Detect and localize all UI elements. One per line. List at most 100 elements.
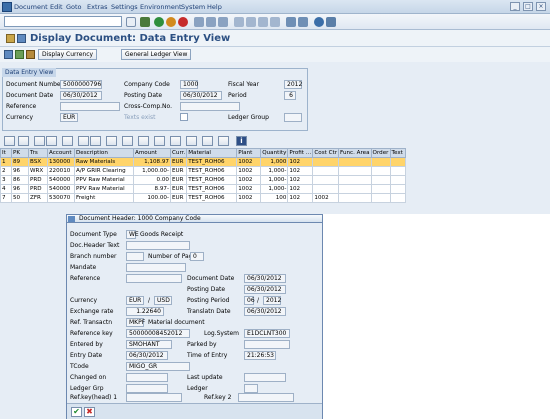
col-header-material[interactable]: Material <box>186 148 238 158</box>
reset-icon[interactable] <box>15 50 24 59</box>
cell-item[interactable]: 2 <box>0 166 12 176</box>
document-overview-icon[interactable] <box>17 34 26 43</box>
cell-currency[interactable]: EUR <box>169 157 188 167</box>
cell-currency[interactable]: EUR <box>169 193 188 203</box>
col-header-amount[interactable]: Amount <box>133 148 171 158</box>
document-date-field[interactable]: 06/30/2012 <box>60 91 102 100</box>
cell-profit-center[interactable]: 102 <box>287 166 314 176</box>
currency-field[interactable]: EUR <box>60 113 78 122</box>
continue-icon[interactable]: ✔ <box>71 407 82 417</box>
entered-by-field[interactable]: SMOHANT <box>126 340 172 349</box>
export-icon[interactable] <box>122 136 133 146</box>
sort-descending-icon[interactable] <box>46 136 57 146</box>
period-field[interactable]: 6 <box>284 91 296 100</box>
menu-edit[interactable]: Edit <box>50 3 63 11</box>
reference-field[interactable] <box>60 102 120 111</box>
posting-period-field[interactable]: 06 <box>244 296 255 305</box>
ledger-grp-field[interactable] <box>126 384 168 393</box>
cell-amount[interactable]: 100.00- <box>133 193 171 203</box>
exit-icon[interactable] <box>166 17 176 27</box>
cell-account[interactable]: 130000 <box>47 157 75 167</box>
cell-profit-center[interactable]: 102 <box>287 157 314 167</box>
cell-quantity[interactable]: 1,000- <box>260 184 289 194</box>
close-icon[interactable]: × <box>536 2 546 11</box>
cell-trs[interactable]: PRD <box>28 184 48 194</box>
cell-amount[interactable]: 1,000.00- <box>133 166 171 176</box>
dlg-document-date-field[interactable]: 06/30/2012 <box>244 274 286 283</box>
menu-extras[interactable]: Extras <box>87 3 108 11</box>
cell-account[interactable]: 540000 <box>47 175 75 185</box>
help-icon[interactable] <box>314 17 324 27</box>
cross-comp-field[interactable] <box>180 102 240 111</box>
changed-on-field[interactable] <box>126 373 168 382</box>
translatn-date-field[interactable]: 06/30/2012 <box>244 307 286 316</box>
graphic-icon[interactable] <box>170 136 181 146</box>
ledger-field[interactable] <box>244 384 258 393</box>
ref-key-head1-field[interactable] <box>126 393 182 402</box>
views-icon[interactable] <box>186 136 197 146</box>
layout-icon[interactable] <box>326 17 336 27</box>
find-icon[interactable] <box>18 136 29 146</box>
details-icon[interactable] <box>4 136 15 146</box>
display-change-icon[interactable] <box>6 34 15 43</box>
dlg-currency2-field[interactable]: USD <box>154 296 172 305</box>
cell-account[interactable]: 530070 <box>47 193 75 203</box>
cell-material[interactable]: TEST_ROH06 <box>186 175 238 185</box>
table-row[interactable]: 2 96 WRX 220010 A/P GRIR Clearing 1,000.00- EU… <box>0 166 406 176</box>
cell-plant[interactable]: 1002 <box>236 175 262 185</box>
ref-key2-field[interactable] <box>238 393 294 402</box>
table-row[interactable]: 7 50 ZFR 530070 Freight 100.00- EUR TEST_ROH06 1… <box>0 193 406 203</box>
taxes-icon[interactable] <box>4 50 13 59</box>
col-header-trs[interactable]: Trs <box>28 148 48 158</box>
menu-help[interactable]: Help <box>207 3 222 11</box>
other-document-icon[interactable] <box>26 50 35 59</box>
maximize-icon[interactable]: □ <box>523 2 533 11</box>
col-header-plant[interactable]: Plant <box>236 148 262 158</box>
cell-amount[interactable]: 0.00 <box>133 175 171 185</box>
menu-environment[interactable]: Environment <box>140 3 182 11</box>
tcode-field[interactable]: MIGO_GR <box>126 362 190 371</box>
cell-trs[interactable]: BSX <box>28 157 48 167</box>
cell-amount[interactable]: 1,108.97 <box>133 157 171 167</box>
cell-order[interactable] <box>370 157 391 167</box>
doc-type-field[interactable]: WE <box>126 230 139 239</box>
ledger-group-field[interactable] <box>284 113 302 122</box>
col-header-order[interactable]: Order <box>370 148 391 158</box>
display-currency-button[interactable]: Display Currency <box>38 49 98 60</box>
parked-by-field[interactable] <box>244 340 290 349</box>
cell-description[interactable]: PPV Raw Material <box>74 184 134 194</box>
menu-goto[interactable]: Goto <box>66 3 82 11</box>
cell-plant[interactable]: 1002 <box>236 184 262 194</box>
last-update-field[interactable] <box>244 373 286 382</box>
cancel-icon[interactable]: ✖ <box>84 407 95 417</box>
enter-icon[interactable] <box>126 17 136 27</box>
cell-cost-center[interactable]: 1002 <box>312 193 340 203</box>
menu-system[interactable]: System <box>181 3 205 11</box>
cell-description[interactable]: A/P GRIR Clearing <box>74 166 134 176</box>
col-header-cost-center[interactable]: Cost Ctr <box>312 148 340 158</box>
texts-exist-checkbox[interactable] <box>180 113 188 121</box>
cell-quantity[interactable]: 1,000- <box>260 175 289 185</box>
cell-plant[interactable]: 1002 <box>236 157 262 167</box>
cell-amount[interactable]: 8.97- <box>133 184 171 194</box>
dlg-reference-field[interactable] <box>126 274 182 283</box>
selection-icon[interactable] <box>218 136 229 146</box>
cell-item[interactable]: 3 <box>0 175 12 185</box>
cell-currency[interactable]: EUR <box>169 184 188 194</box>
cell-quantity[interactable]: 1,000- <box>260 166 289 176</box>
dlg-currency-field[interactable]: EUR <box>126 296 144 305</box>
col-header-account[interactable]: Account <box>47 148 75 158</box>
posting-date-field[interactable]: 06/30/2012 <box>180 91 222 100</box>
cell-plant[interactable]: 1002 <box>236 193 262 203</box>
sum-icon[interactable] <box>78 136 89 146</box>
cell-func-area[interactable] <box>338 157 372 167</box>
cancel-icon[interactable] <box>178 17 188 27</box>
dlg-posting-date-field[interactable]: 06/30/2012 <box>244 285 286 294</box>
cell-account[interactable]: 540000 <box>47 184 75 194</box>
menu-document[interactable]: Document <box>14 3 48 11</box>
cell-pk[interactable]: 89 <box>11 157 29 167</box>
exchange-rate-field[interactable]: 1.22640 <box>126 307 164 316</box>
previous-page-icon[interactable] <box>246 17 256 27</box>
subtotal-icon[interactable] <box>90 136 101 146</box>
cell-pk[interactable]: 86 <box>11 175 29 185</box>
